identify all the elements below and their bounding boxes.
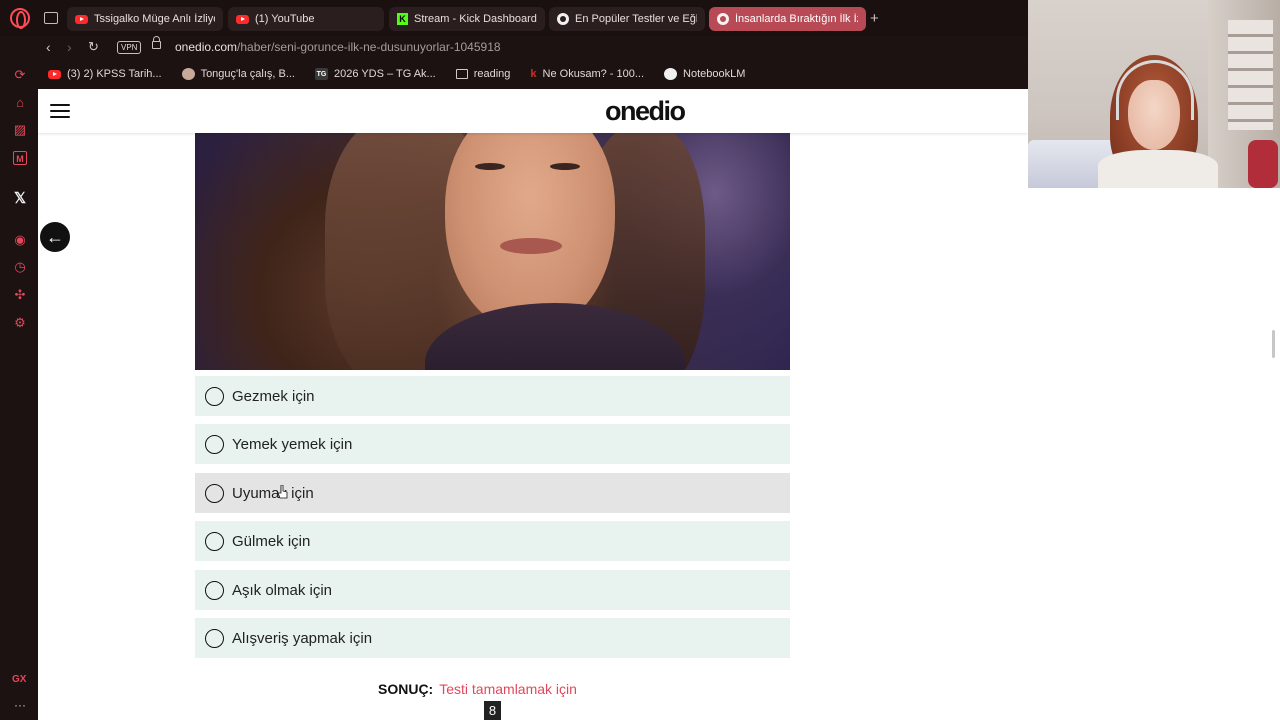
tab-label: En Popüler Testler ve Eğle (575, 13, 697, 25)
answer-label: Gezmek için (232, 387, 315, 405)
kick-icon: K (397, 13, 408, 25)
result-value: Testi tamamlamak için (439, 681, 577, 697)
radio-button[interactable] (205, 434, 224, 454)
hamburger-menu-icon[interactable] (50, 104, 70, 119)
tab-menu-icon[interactable] (44, 12, 58, 24)
count-badge: 8 (484, 701, 501, 720)
youtube-icon (75, 14, 88, 24)
aria-icon[interactable]: ⟳ (13, 68, 27, 82)
bookmark-yds[interactable]: TG 2026 YDS – TG Ak... (305, 68, 446, 80)
bookmark-kpss[interactable]: (3) 2) KPSS Tarih... (38, 68, 172, 80)
opera-sidebar: ⟳ ⌂ ▨ M 𝕏 ◉ ◷ ✣ ⚙ GX ··· (0, 60, 38, 720)
answer-option[interactable]: Gülmek için (195, 521, 790, 561)
quiz-question-image (195, 133, 790, 370)
url-domain: onedio.com (175, 40, 238, 54)
settings-icon[interactable]: ⚙ (13, 316, 27, 330)
tab-label: Tssigalko Müge Anlı İzliyor (94, 13, 215, 25)
vpn-badge[interactable]: VPN (117, 41, 142, 54)
forward-nav-icon[interactable]: › (67, 39, 72, 55)
bookmark-label: (3) 2) KPSS Tarih... (67, 68, 162, 80)
scrollbar-thumb[interactable] (1272, 330, 1275, 358)
answer-option[interactable]: Aşık olmak için (195, 570, 790, 610)
tab-label: Stream - Kick Dashboard (414, 13, 537, 25)
radio-button[interactable] (205, 531, 224, 551)
answer-option[interactable]: Alışveriş yapmak için (195, 618, 790, 658)
bookmark-ne-okusam[interactable]: k Ne Okusam? - 100... (520, 68, 654, 80)
address-bar: ‹ › ↻ VPN onedio.com/haber/seni-gorunce-… (38, 36, 1030, 60)
bookmark-label: reading (473, 68, 511, 80)
bookmarks-bar: (3) 2) KPSS Tarih... Tonguç'la çalış, B.… (38, 62, 1030, 86)
tab-bar: Tssigalko Müge Anlı İzliyor (1) YouTube … (0, 0, 1030, 36)
more-icon[interactable]: ··· (14, 698, 26, 712)
answer-label: Gülmek için (232, 532, 311, 550)
answer-option[interactable]: Yemek yemek için (195, 424, 790, 464)
tab-label: İnsanlarda Bıraktığın İlk İzle (735, 13, 858, 25)
bookmark-label: 2026 YDS – TG Ak... (334, 68, 436, 80)
bookmark-reading[interactable]: reading (446, 68, 521, 80)
opera-logo-icon[interactable] (10, 8, 30, 29)
tg-icon: TG (315, 68, 328, 80)
url-field[interactable]: onedio.com/haber/seni-gorunce-ilk-ne-dus… (175, 40, 501, 54)
gx-corner-label[interactable]: GX (12, 674, 26, 685)
bookmark-label: Tonguç'la çalış, B... (200, 68, 295, 80)
m-icon[interactable]: M (13, 151, 27, 165)
avatar-icon (181, 68, 195, 80)
onedio-icon (557, 13, 569, 25)
lock-icon[interactable] (152, 36, 161, 49)
tab-onedio-popular[interactable]: En Popüler Testler ve Eğle (549, 7, 705, 31)
card-icon[interactable]: ▨ (13, 123, 27, 137)
result-line: SONUÇ: Testi tamamlamak için (378, 681, 577, 697)
youtube-icon (48, 69, 61, 79)
player-icon[interactable]: ◉ (13, 233, 27, 247)
web-page: onedio ← Gezmek için Yemek yemek için Uy… (38, 89, 1028, 720)
new-tab-icon[interactable]: + (870, 10, 879, 27)
radio-button[interactable] (205, 628, 224, 648)
tab-kick[interactable]: K Stream - Kick Dashboard (389, 7, 545, 31)
tab-youtube[interactable]: (1) YouTube (228, 7, 384, 31)
answer-label: Aşık olmak için (232, 581, 333, 599)
answer-label: Alışveriş yapmak için (232, 629, 373, 647)
bookmark-notebooklm[interactable]: NotebookLM (654, 68, 755, 80)
tab-onedio-active[interactable]: İnsanlarda Bıraktığın İlk İzle (709, 7, 866, 31)
webcam-overlay (1028, 0, 1280, 188)
back-nav-icon[interactable]: ‹ (46, 39, 51, 55)
site-logo[interactable]: onedio (605, 96, 686, 127)
site-header: onedio (38, 89, 1028, 133)
tab-label: (1) YouTube (255, 13, 315, 25)
radio-button[interactable] (205, 580, 224, 600)
bag-icon[interactable]: ⌂ (13, 96, 27, 110)
history-icon[interactable]: ◷ (13, 260, 27, 274)
radio-button[interactable] (205, 386, 224, 406)
k-icon: k (530, 68, 537, 80)
hand-cursor-icon (278, 485, 288, 499)
reload-icon[interactable]: ↻ (88, 39, 99, 55)
youtube-icon (236, 14, 249, 24)
page-right-area (1028, 188, 1280, 720)
radio-button[interactable] (205, 483, 224, 503)
result-key: SONUÇ: (378, 681, 434, 697)
tab-tssigalko[interactable]: Tssigalko Müge Anlı İzliyor (67, 7, 223, 31)
onedio-icon (717, 13, 729, 25)
answer-option[interactable]: Gezmek için (195, 376, 790, 416)
x-twitter-icon[interactable]: 𝕏 (13, 191, 27, 206)
notebooklm-icon (664, 68, 678, 80)
browser-window: Tssigalko Müge Anlı İzliyor (1) YouTube … (0, 0, 1280, 720)
bookmark-label: Ne Okusam? - 100... (542, 68, 645, 80)
answer-label: Uyumak için (232, 484, 314, 502)
bookmark-label: NotebookLM (683, 68, 746, 80)
url-path: /haber/seni-gorunce-ilk-ne-dusunuyorlar-… (237, 40, 501, 54)
answer-label: Yemek yemek için (232, 435, 353, 453)
back-arrow-icon[interactable]: ← (40, 222, 70, 252)
extensions-icon[interactable]: ✣ (13, 288, 27, 302)
bookmark-tonguc[interactable]: Tonguç'la çalış, B... (172, 68, 305, 80)
folder-icon (455, 69, 468, 79)
